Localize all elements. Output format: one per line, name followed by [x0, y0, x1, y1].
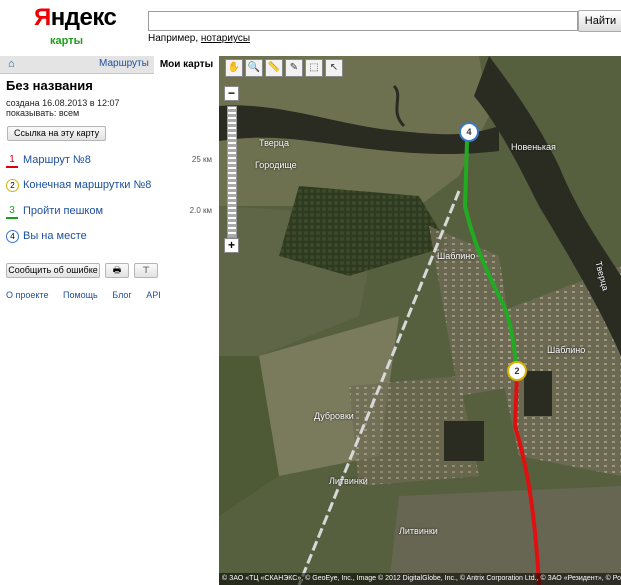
footer-link-api[interactable]: API	[146, 290, 161, 300]
hand-icon[interactable]: ✋	[225, 59, 243, 77]
search-input[interactable]	[148, 11, 578, 31]
header: Яндекс карты Найти Например, нотариусы	[0, 0, 621, 56]
item-number: 4	[6, 230, 19, 243]
destination-marker[interactable]: 4	[459, 122, 479, 142]
zoom-in-button[interactable]: +	[224, 238, 239, 253]
map-imagery	[219, 56, 621, 585]
footer-link-blog[interactable]: Блог	[112, 290, 131, 300]
zoom-control: − +	[224, 86, 239, 253]
sidebar: ⌂ Маршруты Мои карты Без названия создан…	[0, 56, 220, 585]
report-error-button[interactable]: Сообщить об ошибке	[6, 263, 100, 278]
zoom-out-button[interactable]: −	[224, 86, 239, 101]
place-label: Литвинки	[399, 526, 438, 536]
item-number: 1	[9, 154, 15, 165]
item-number: 3	[9, 205, 15, 216]
sidebar-tabs: ⌂ Маршруты Мои карты	[0, 56, 219, 74]
logo-rest: ндекс	[50, 4, 117, 31]
layers-icon[interactable]: ⬚	[305, 59, 323, 77]
place-label: Шаблино	[437, 251, 476, 261]
map-copyright: © ЗАО «ТЦ «СКАНЭКС», © GeoEye, Inc., Ima…	[219, 573, 621, 585]
zoom-slider[interactable]	[227, 106, 237, 238]
place-label: Городище	[255, 160, 297, 170]
example-link[interactable]: нотариусы	[201, 33, 250, 44]
place-label: Тверца	[259, 138, 289, 148]
item-label[interactable]: Вы на месте	[23, 230, 87, 242]
item-label[interactable]: Пройти пешком	[23, 205, 103, 217]
tab-routes[interactable]: Маршруты	[99, 58, 149, 69]
logo-letter: Я	[34, 4, 51, 31]
maps-label[interactable]: карты	[50, 35, 83, 47]
visibility: показывать: всем	[6, 108, 80, 118]
pointer-icon[interactable]: ↖	[325, 59, 343, 77]
map-title: Без названия	[6, 78, 93, 93]
home-icon[interactable]: ⌂	[8, 58, 15, 70]
place-label: Шаблино	[547, 345, 586, 355]
satellite-map[interactable]: ✋ 🔍 📏 ✎ ⬚ ↖ − + Тверца Городище Новенька…	[219, 56, 621, 585]
footer-links: О проекте Помощь Блог API	[6, 290, 173, 300]
item-label[interactable]: Маршрут №8	[23, 154, 91, 166]
pencil-icon[interactable]: ✎	[285, 59, 303, 77]
example-prefix: Например,	[148, 33, 199, 44]
item-number: 2	[6, 179, 19, 192]
item-label[interactable]: Конечная маршрутки №8	[23, 179, 151, 191]
search-example: Например, нотариусы	[148, 33, 250, 44]
stop-marker[interactable]: 2	[507, 361, 527, 381]
yandex-logo[interactable]: Яндекс	[34, 4, 117, 32]
item-distance: 2.0 км	[189, 206, 212, 215]
pin-icon[interactable]: ⊤	[134, 263, 158, 278]
magnifier-icon[interactable]: 🔍	[245, 59, 263, 77]
footer-link-help[interactable]: Помощь	[63, 290, 98, 300]
place-label: Дубровки	[314, 411, 354, 421]
list-item[interactable]: 4 Вы на месте	[6, 230, 216, 246]
place-label: Литвинки	[329, 476, 368, 486]
ruler-icon[interactable]: 📏	[265, 59, 283, 77]
route-line-icon	[6, 166, 18, 168]
place-label: Новенькая	[511, 142, 556, 152]
created-date: создана 16.08.2013 в 12:07	[6, 98, 120, 108]
list-item[interactable]: 1 Маршрут №8 25 км	[6, 154, 216, 170]
route-line-icon	[6, 217, 18, 219]
item-distance: 25 км	[191, 155, 212, 164]
list-item[interactable]: 3 Пройти пешком 2.0 км	[6, 205, 216, 221]
printer-icon[interactable]: 🖶	[105, 263, 129, 278]
map-link-button[interactable]: Ссылка на эту карту	[7, 126, 107, 141]
tab-my-maps[interactable]: Мои карты	[154, 56, 219, 74]
footer-link-about[interactable]: О проекте	[6, 290, 48, 300]
search-button[interactable]: Найти	[578, 10, 621, 32]
list-item[interactable]: 2 Конечная маршрутки №8	[6, 179, 216, 195]
